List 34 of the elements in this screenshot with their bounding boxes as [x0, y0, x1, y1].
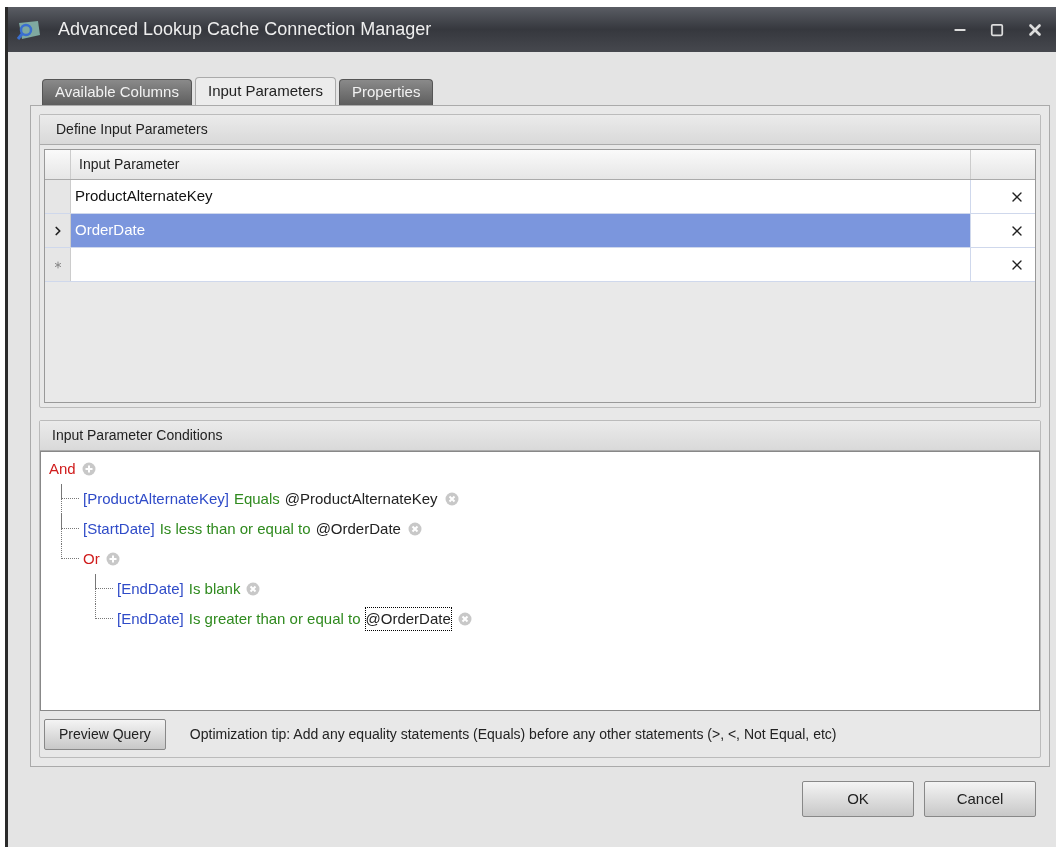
- row-header[interactable]: [45, 248, 71, 281]
- app-icon: [16, 18, 42, 41]
- optimization-tip: Optimization tip: Add any equality statements (Equals) before any other statements (>, <, Not Equal, etc): [189, 724, 837, 744]
- condition-value[interactable]: @OrderDate: [364, 606, 452, 632]
- remove-circle-icon[interactable]: [444, 492, 459, 506]
- maximize-icon[interactable]: [990, 22, 1004, 37]
- remove-circle-icon[interactable]: [407, 522, 422, 536]
- tab[interactable]: Available Columns: [42, 79, 192, 105]
- add-circle-icon[interactable]: [81, 462, 96, 476]
- condition-value[interactable]: @ProductAlternateKey: [283, 486, 439, 512]
- preview-query-button[interactable]: Preview Query: [44, 718, 166, 750]
- section-title: Input Parameter Conditions: [52, 426, 223, 445]
- tab[interactable]: Properties: [339, 79, 434, 105]
- group-operator[interactable]: And: [49, 457, 76, 481]
- group-operator[interactable]: Or: [83, 547, 100, 571]
- add-circle-icon[interactable]: [105, 552, 120, 566]
- row-header[interactable]: [45, 180, 71, 213]
- dialog-button[interactable]: Cancel: [924, 781, 1036, 817]
- condition-field[interactable]: [EndDate]: [117, 577, 184, 601]
- condition-field[interactable]: [EndDate]: [117, 607, 184, 631]
- condition-operator[interactable]: Is greater than or equal to: [188, 607, 361, 631]
- section-title: Define Input Parameters: [56, 120, 208, 139]
- condition-value[interactable]: @OrderDate: [314, 516, 402, 542]
- row-header[interactable]: [45, 214, 71, 247]
- condition-operator[interactable]: Is less than or equal to: [159, 517, 311, 541]
- window-title: Advanced Lookup Cache Connection Manager: [58, 18, 432, 41]
- tab[interactable]: Input Parameters: [194, 77, 337, 105]
- dialog-button[interactable]: OK: [802, 781, 914, 817]
- condition-field[interactable]: [StartDate]: [83, 517, 155, 541]
- condition-operator[interactable]: Is blank: [188, 577, 241, 601]
- remove-circle-icon[interactable]: [457, 612, 472, 626]
- condition-operator[interactable]: Equals: [233, 487, 280, 511]
- condition-field[interactable]: [ProductAlternateKey]: [83, 487, 229, 511]
- remove-circle-icon[interactable]: [246, 582, 261, 596]
